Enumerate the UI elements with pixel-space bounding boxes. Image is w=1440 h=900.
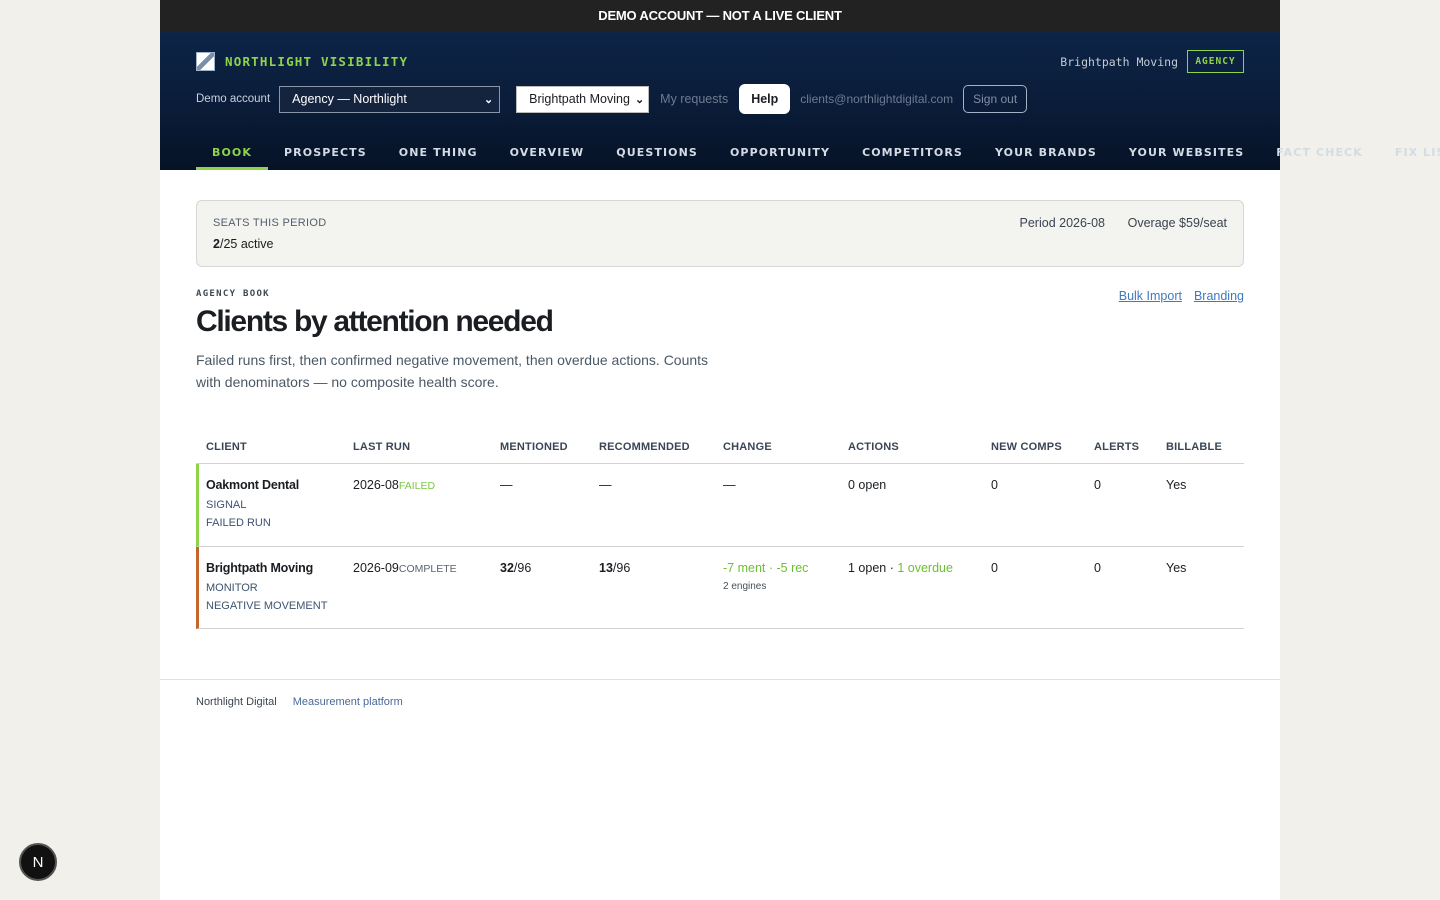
client-flag: NEGATIVE MOVEMENT [206, 600, 328, 612]
demo-banner: DEMO ACCOUNT — NOT A LIVE CLIENT [160, 0, 1280, 31]
column-header-new-comps[interactable]: NEW COMPS [991, 432, 1094, 463]
column-header-actions[interactable]: ACTIONS [848, 432, 991, 463]
my-requests-link[interactable]: My requests [660, 92, 728, 106]
footer-tagline: Measurement platform [292, 696, 403, 708]
sign-out-button[interactable]: Sign out [963, 85, 1028, 113]
dev-tools-n-icon[interactable]: N [19, 843, 57, 881]
bulk-import-link[interactable]: Bulk Import [1119, 289, 1182, 303]
seats-total: 25 active [223, 237, 274, 251]
mentioned-denominator: /96 [513, 561, 532, 575]
actions-overdue: 1 overdue [897, 561, 953, 575]
user-email: clients@northlightdigital.com [800, 92, 954, 106]
last-run-status: COMPLETE [398, 563, 457, 575]
table-row[interactable]: Brightpath Moving MONITOR NEGATIVE MOVEM… [196, 547, 1244, 629]
section-eyebrow: AGENCY BOOK [196, 289, 270, 299]
brand[interactable]: NORTHLIGHT VISIBILITY [196, 52, 408, 71]
page-actions: Bulk Import Branding [1119, 289, 1244, 303]
account-select[interactable]: Agency — Northlight ⌄ [279, 85, 501, 113]
seats-period: Period 2026-08 [1019, 216, 1105, 230]
clients-table: CLIENT LAST RUN MENTIONED RECOMMENDED CH… [196, 432, 1244, 629]
client-cell: Oakmont Dental SIGNAL FAILED RUN [199, 464, 353, 546]
billable-cell: Yes [1166, 561, 1187, 575]
last-run-status: FAILED [398, 480, 436, 492]
tab-your-brands[interactable]: YOUR BRANDS [979, 134, 1113, 170]
client-name[interactable]: Oakmont Dental [206, 478, 353, 492]
last-run-date: 2026-09 [353, 561, 399, 575]
chevron-down-icon: ⌄ [634, 93, 645, 106]
account-select-value: Agency — Northlight [292, 92, 407, 106]
tab-one-thing[interactable]: ONE THING [383, 134, 494, 170]
seats-overage: Overage $59/seat [1127, 216, 1227, 230]
table-header: CLIENT LAST RUN MENTIONED RECOMMENDED CH… [196, 432, 1244, 464]
footer-divider [160, 679, 1280, 680]
header-controls: Demo account Agency — Northlight ⌄ Brigh… [196, 84, 1028, 114]
column-header-client[interactable]: CLIENT [196, 432, 353, 463]
branding-link[interactable]: Branding [1194, 289, 1244, 303]
client-tier: MONITOR [206, 582, 258, 594]
mentioned-cell: 32/96 [500, 547, 599, 628]
app-header: NORTHLIGHT VISIBILITY Brightpath Moving … [160, 31, 1440, 170]
mentioned-cell: — [500, 478, 513, 492]
tab-book[interactable]: BOOK [196, 134, 269, 170]
billable-cell: Yes [1166, 478, 1187, 492]
recommended-denominator: /96 [612, 561, 631, 575]
client-flag: FAILED RUN [206, 517, 271, 529]
client-cell: Brightpath Moving MONITOR NEGATIVE MOVEM… [199, 547, 353, 628]
column-header-last-run[interactable]: LAST RUN [353, 432, 500, 463]
column-header-change[interactable]: CHANGE [723, 432, 848, 463]
client-select[interactable]: Brightpath Moving ⌄ [516, 85, 650, 113]
footer-brand: Northlight Digital [196, 696, 277, 708]
change-engines: 2 engines [723, 581, 767, 592]
mentioned-count: 32 [500, 561, 514, 575]
tab-fact-check[interactable]: FACT CHECK [1260, 134, 1379, 170]
tab-opportunity[interactable]: OPPORTUNITY [714, 134, 846, 170]
column-header-recommended[interactable]: RECOMMENDED [599, 432, 723, 463]
tab-questions[interactable]: QUESTIONS [600, 134, 714, 170]
tab-prospects[interactable]: PROSPECTS [268, 134, 383, 170]
actions-cell: 0 open [848, 478, 887, 492]
tab-overview[interactable]: OVERVIEW [494, 134, 601, 170]
alerts-cell: 0 [1094, 478, 1101, 492]
seats-used: 2 [213, 237, 220, 251]
column-header-mentioned[interactable]: MENTIONED [500, 432, 599, 463]
brand-name: NORTHLIGHT VISIBILITY [225, 54, 409, 69]
recommended-count: 13 [599, 561, 613, 575]
last-run-date: 2026-08 [353, 478, 399, 492]
seats-panel: SEATS THIS PERIOD 2/25 active Period 202… [196, 200, 1244, 267]
page-title: Clients by attention needed [196, 305, 554, 338]
client-tier: SIGNAL [206, 499, 247, 511]
seats-label: SEATS THIS PERIOD [213, 217, 327, 229]
recommended-cell: — [599, 478, 612, 492]
new-comps-cell: 0 [991, 561, 998, 575]
column-header-alerts[interactable]: ALERTS [1094, 432, 1166, 463]
actions-cell: 1 open · 1 overdue [848, 547, 991, 628]
recommended-cell: 13/96 [599, 547, 723, 628]
brand-logo-icon [196, 52, 215, 71]
change-cell: -7 ment · -5 rec 2 engines [723, 547, 848, 628]
change-cell: — [723, 478, 736, 492]
column-header-billable[interactable]: BILLABLE [1166, 432, 1238, 463]
tab-your-websites[interactable]: YOUR WEBSITES [1113, 134, 1260, 170]
client-name[interactable]: Brightpath Moving [206, 561, 353, 575]
app-page: DEMO ACCOUNT — NOT A LIVE CLIENT NORTHLI… [160, 0, 1440, 900]
tab-competitors[interactable]: COMPETITORS [846, 134, 979, 170]
table-row[interactable]: Oakmont Dental SIGNAL FAILED RUN 2026-08… [196, 464, 1244, 547]
client-select-value: Brightpath Moving [529, 92, 630, 106]
change-value: -7 ment · -5 rec [723, 561, 809, 575]
main-nav-tabs: BOOK PROSPECTS ONE THING OVERVIEW QUESTI… [196, 134, 1440, 170]
seats-count: 2/25 active [213, 237, 273, 251]
actions-open: 1 open · [848, 561, 898, 575]
demo-account-label: Demo account [196, 93, 271, 105]
chevron-down-icon: ⌄ [483, 93, 494, 106]
new-comps-cell: 0 [991, 478, 998, 492]
footer: Northlight Digital Measurement platform [196, 696, 403, 708]
account-type-badge: AGENCY [1187, 50, 1244, 73]
current-account-name: Brightpath Moving [1060, 55, 1178, 69]
alerts-cell: 0 [1094, 561, 1101, 575]
last-run-cell: 2026-09COMPLETE [353, 547, 500, 628]
tab-fix-list[interactable]: FIX LIST [1379, 134, 1440, 170]
last-run-cell: 2026-08FAILED [353, 464, 500, 546]
page-subtitle: Failed runs first, then confirmed negati… [196, 352, 709, 390]
help-button[interactable]: Help [739, 84, 791, 114]
